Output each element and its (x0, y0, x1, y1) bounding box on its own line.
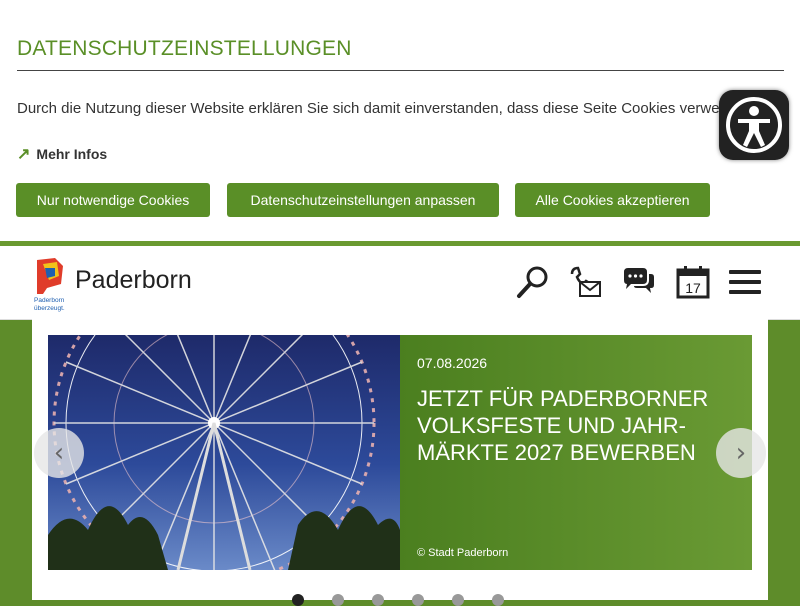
calendar-icon: 17 (676, 266, 710, 299)
slider-dot[interactable] (452, 594, 464, 606)
photo-credit: © Stadt Paderborn (417, 547, 509, 559)
slider-dot[interactable] (292, 594, 304, 606)
menu-button[interactable] (726, 264, 764, 300)
news-panel: 07.08.2026 JETZT FÜR PADERBORNER VOLKSFE… (400, 335, 752, 570)
more-info-label: Mehr Infos (36, 146, 108, 162)
chat-icon (624, 268, 654, 293)
slider-dot[interactable] (332, 594, 344, 606)
slider-dot[interactable] (372, 594, 384, 606)
cookie-banner-title: DATENSCHUTZEINSTELLUNGEN (17, 37, 352, 60)
accessibility-button[interactable] (719, 90, 789, 160)
news-headline[interactable]: JETZT FÜR PADERBORNER VOLKSFESTE UND JAH… (417, 385, 717, 466)
slider-pagination (292, 594, 504, 606)
ferris-wheel-photo (48, 335, 400, 570)
arrow-up-right-icon: ↗ (17, 146, 31, 163)
slider-next-button[interactable]: › (716, 428, 766, 478)
site-header: Paderborn überzeugt. Paderborn 17 (0, 246, 800, 320)
more-info-link[interactable]: ↗ Mehr Infos (17, 144, 107, 164)
slider-prev-button[interactable]: ‹ (34, 428, 84, 478)
contact-button[interactable] (567, 264, 605, 300)
hamburger-menu-icon (729, 270, 761, 294)
news-slide[interactable]: 07.08.2026 JETZT FÜR PADERBORNER VOLKSFE… (48, 335, 752, 570)
divider (17, 70, 784, 71)
chevron-right-icon: › (735, 438, 747, 468)
search-button[interactable] (514, 264, 552, 300)
logo-slogan: überzeugt. (34, 305, 65, 312)
ferris-wheel-illustration (48, 335, 400, 570)
search-icon (517, 266, 548, 298)
accessibility-icon (726, 97, 782, 153)
paderborn-logo[interactable]: Paderborn überzeugt. (33, 254, 69, 312)
necessary-cookies-button[interactable]: Nur notwendige Cookies (16, 183, 210, 217)
chat-button[interactable] (620, 264, 658, 300)
news-date: 07.08.2026 (417, 355, 488, 371)
chevron-left-icon: ‹ (53, 438, 65, 468)
slider-dot[interactable] (492, 594, 504, 606)
customize-privacy-button[interactable]: Datenschutzeinstellungen anpassen (227, 183, 499, 217)
cookie-banner-text: Durch die Nutzung dieser Website erkläre… (17, 100, 753, 117)
site-brand[interactable]: Paderborn (75, 266, 192, 295)
logo-text: Paderborn (34, 297, 65, 304)
cookie-banner: DATENSCHUTZEINSTELLUNGEN Durch die Nutzu… (0, 0, 800, 241)
phone-mail-icon (570, 266, 601, 297)
accept-all-cookies-button[interactable]: Alle Cookies akzeptieren (515, 183, 710, 217)
slider-dot[interactable] (412, 594, 424, 606)
calendar-button[interactable]: 17 (674, 264, 712, 300)
calendar-day: 17 (685, 280, 701, 296)
